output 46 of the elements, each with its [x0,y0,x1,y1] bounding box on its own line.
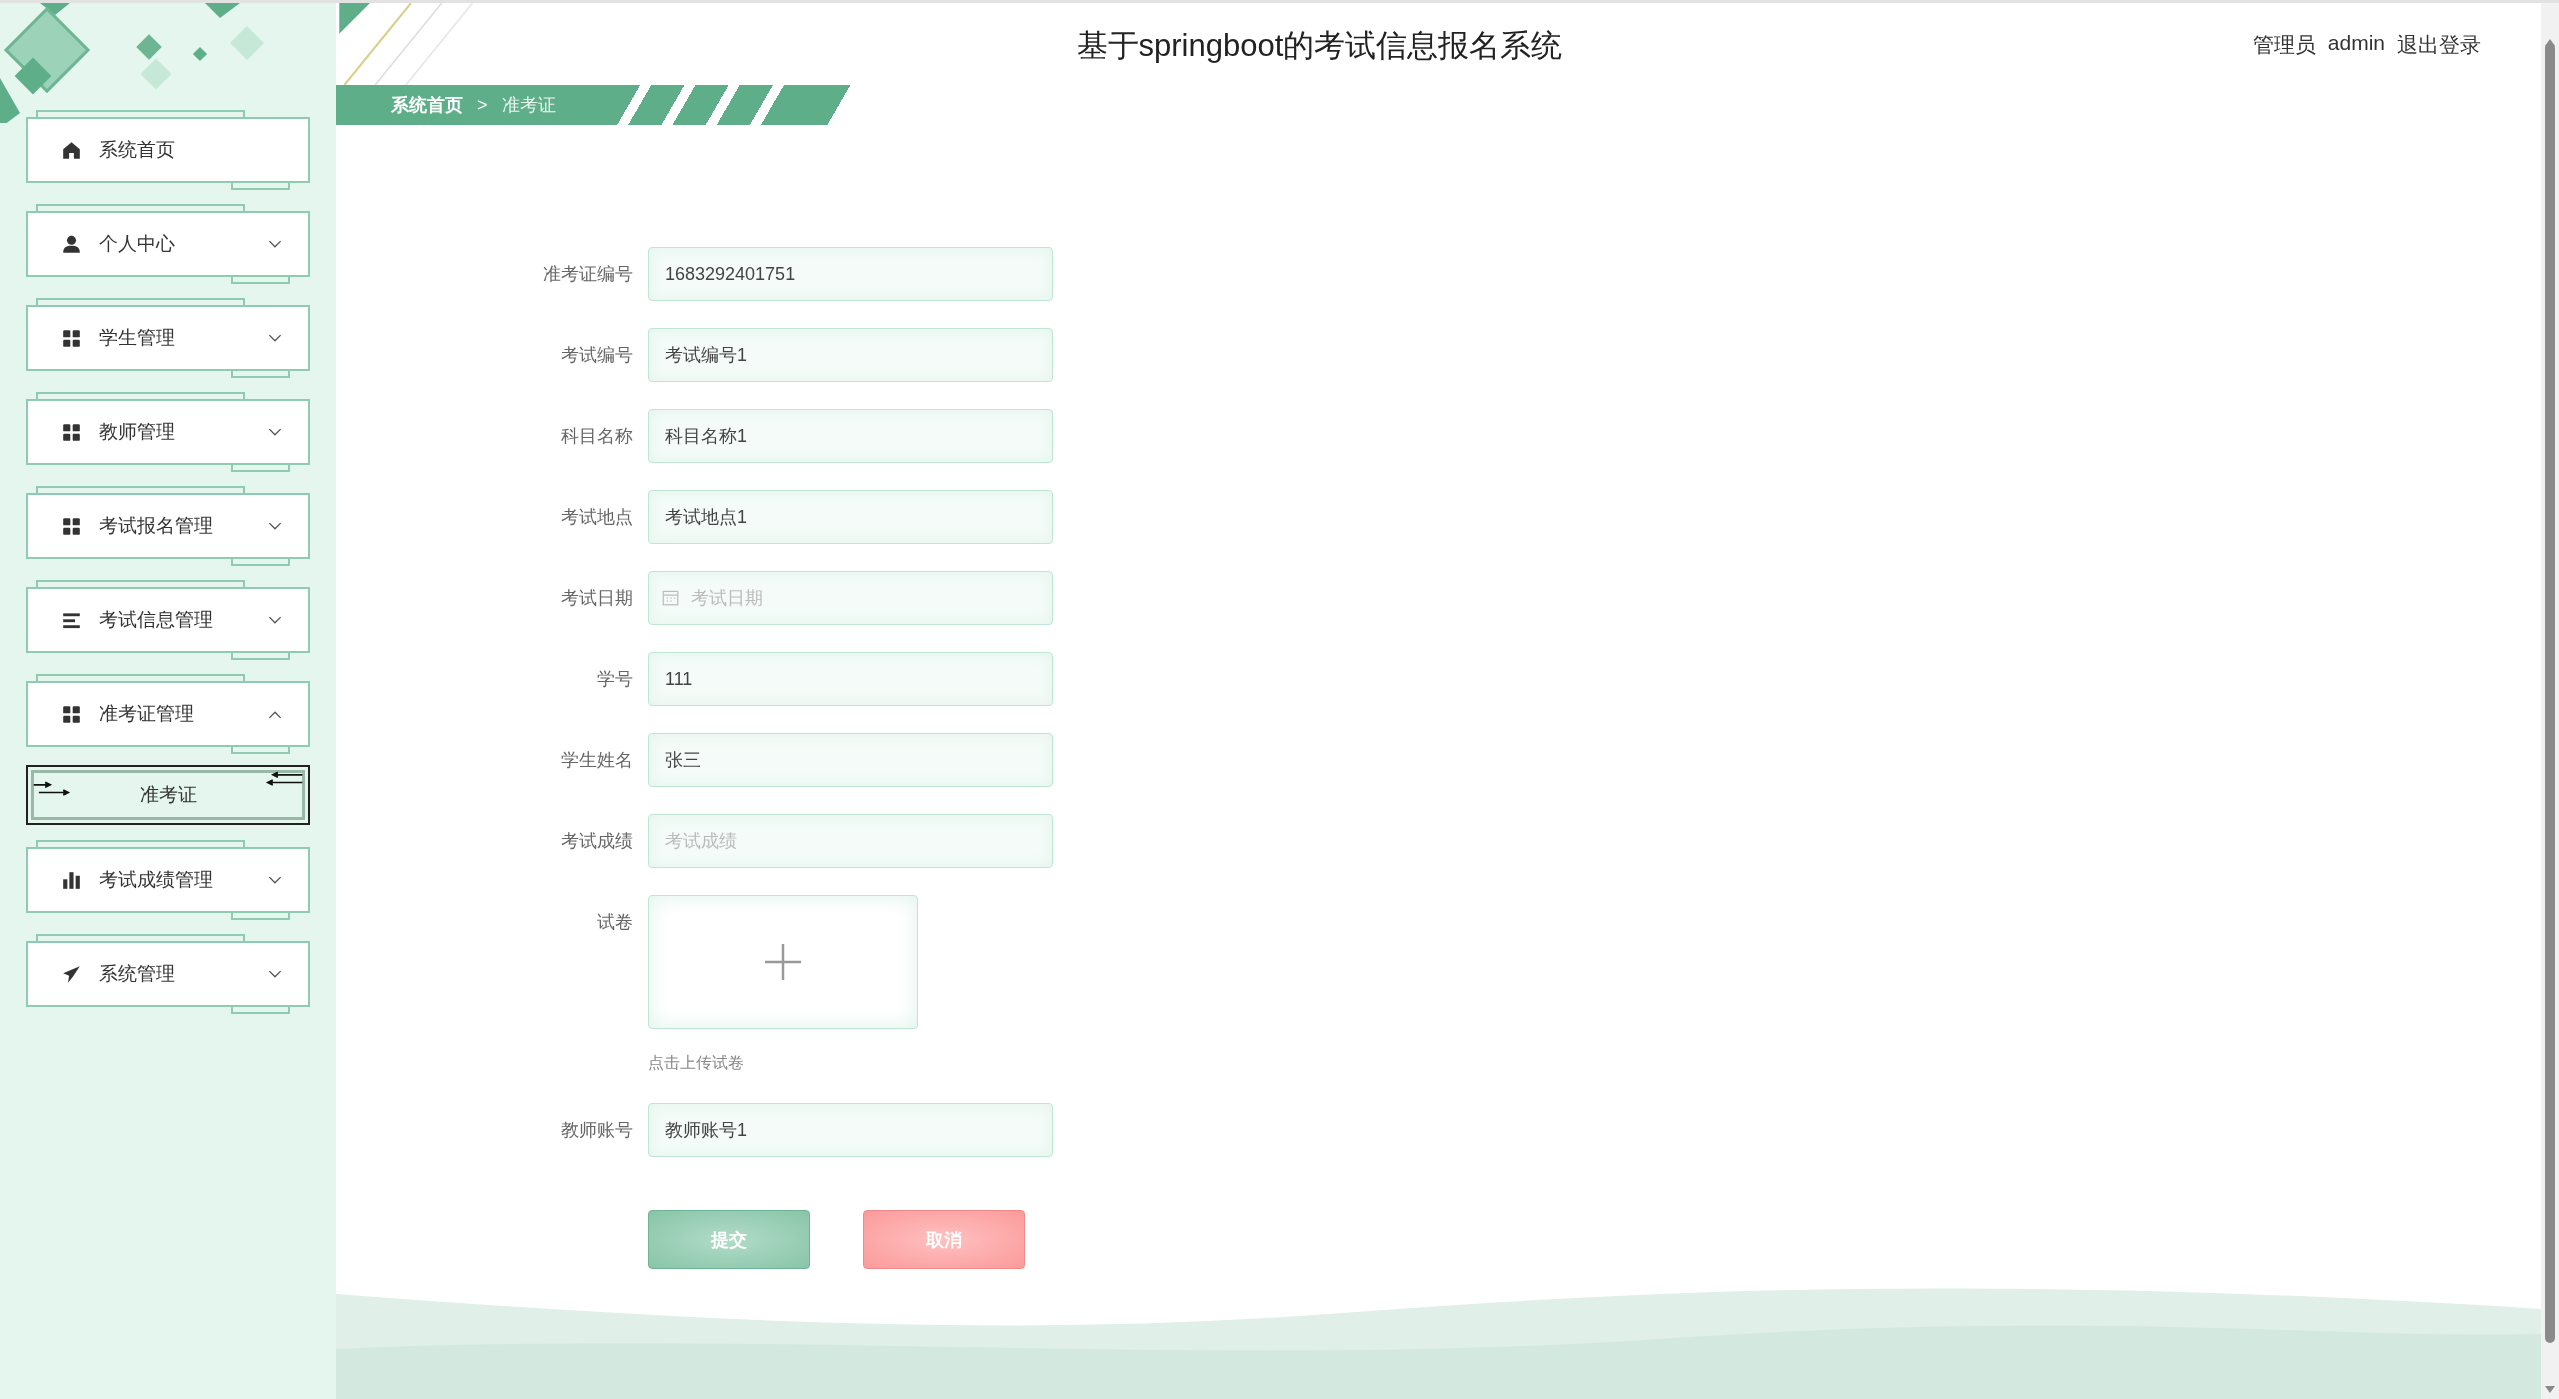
menu-item[interactable]: 教师管理 [26,399,310,465]
user-role: 管理员 [2252,32,2316,58]
menu-item[interactable]: 考试报名管理 [26,493,310,559]
field-label: 学生姓名 [560,749,634,772]
input-field[interactable]: 科目名称1 [648,409,1053,463]
menu-item[interactable]: 考试信息管理 [26,587,310,653]
user-name: admin [2327,31,2385,56]
grid-icon [62,516,81,536]
input-field[interactable]: 张三 [648,733,1053,787]
field-label: 学号 [596,668,634,691]
breadcrumb-separator: > [477,94,488,116]
user-icon [62,234,81,254]
input-field[interactable]: 考试地点1 [648,490,1053,544]
grid-icon [62,328,81,348]
menu-item[interactable]: 系统管理 [26,941,310,1007]
bar-chart-icon [62,870,81,890]
field-label: 考试编号 [560,344,634,367]
page-title: 基于springboot的考试信息报名系统 [1075,27,1564,65]
menu-item[interactable]: 学生管理 [26,305,310,371]
input-field[interactable]: 1683292401751 [648,247,1053,301]
field-label: 教师账号 [560,1119,634,1142]
field-label: 考试地点 [560,506,634,529]
paper-plane-icon [62,964,81,984]
grid-icon [62,704,81,724]
input-field[interactable]: 教师账号1 [648,1103,1053,1157]
logout-link[interactable]: 退出登录 [2397,31,2481,59]
field-label: 科目名称 [560,425,634,448]
menu-item[interactable]: 系统首页 [26,117,310,183]
menu-item[interactable]: 个人中心 [26,211,310,277]
field-label: 准考证编号 [542,263,634,286]
date-field[interactable]: 考试日期 [648,571,1053,625]
upload-hint: 点击上传试卷 [648,1053,745,1073]
home-icon [62,140,81,160]
list-icon [62,610,81,630]
grid-icon [62,422,81,442]
field-label: 考试日期 [560,587,634,610]
field-label: 考试成绩 [560,830,634,853]
field-label: 试卷 [596,911,634,934]
submenu-item[interactable]: 准考证 [26,765,310,825]
plus-icon [765,944,801,980]
scrollbar[interactable] [2541,3,2559,1399]
input-field[interactable]: 考试成绩 [648,814,1053,868]
menu-item[interactable]: 准考证管理 [26,681,310,747]
input-field[interactable]: 考试编号1 [648,328,1053,382]
menu-item[interactable]: 考试成绩管理 [26,847,310,913]
input-field[interactable]: 111 [648,652,1053,706]
